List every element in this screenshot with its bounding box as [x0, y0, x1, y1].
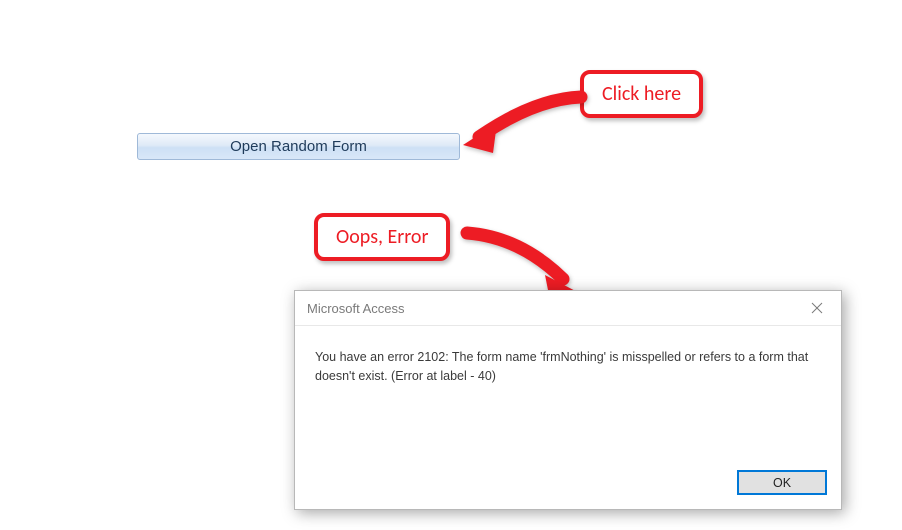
arrow-icon — [459, 89, 599, 159]
annotation-oops-error: Oops, Error — [314, 213, 450, 261]
close-icon — [811, 302, 823, 314]
close-button[interactable] — [795, 293, 839, 323]
dialog-button-row: OK — [737, 470, 827, 495]
dialog-titlebar[interactable]: Microsoft Access — [295, 291, 841, 326]
error-dialog: Microsoft Access You have an error 2102:… — [294, 290, 842, 510]
open-random-form-button[interactable]: Open Random Form — [137, 133, 460, 160]
dialog-message: You have an error 2102: The form name 'f… — [295, 326, 841, 386]
annotation-click-here: Click here — [580, 70, 703, 118]
ok-button[interactable]: OK — [737, 470, 827, 495]
dialog-title: Microsoft Access — [307, 301, 795, 316]
